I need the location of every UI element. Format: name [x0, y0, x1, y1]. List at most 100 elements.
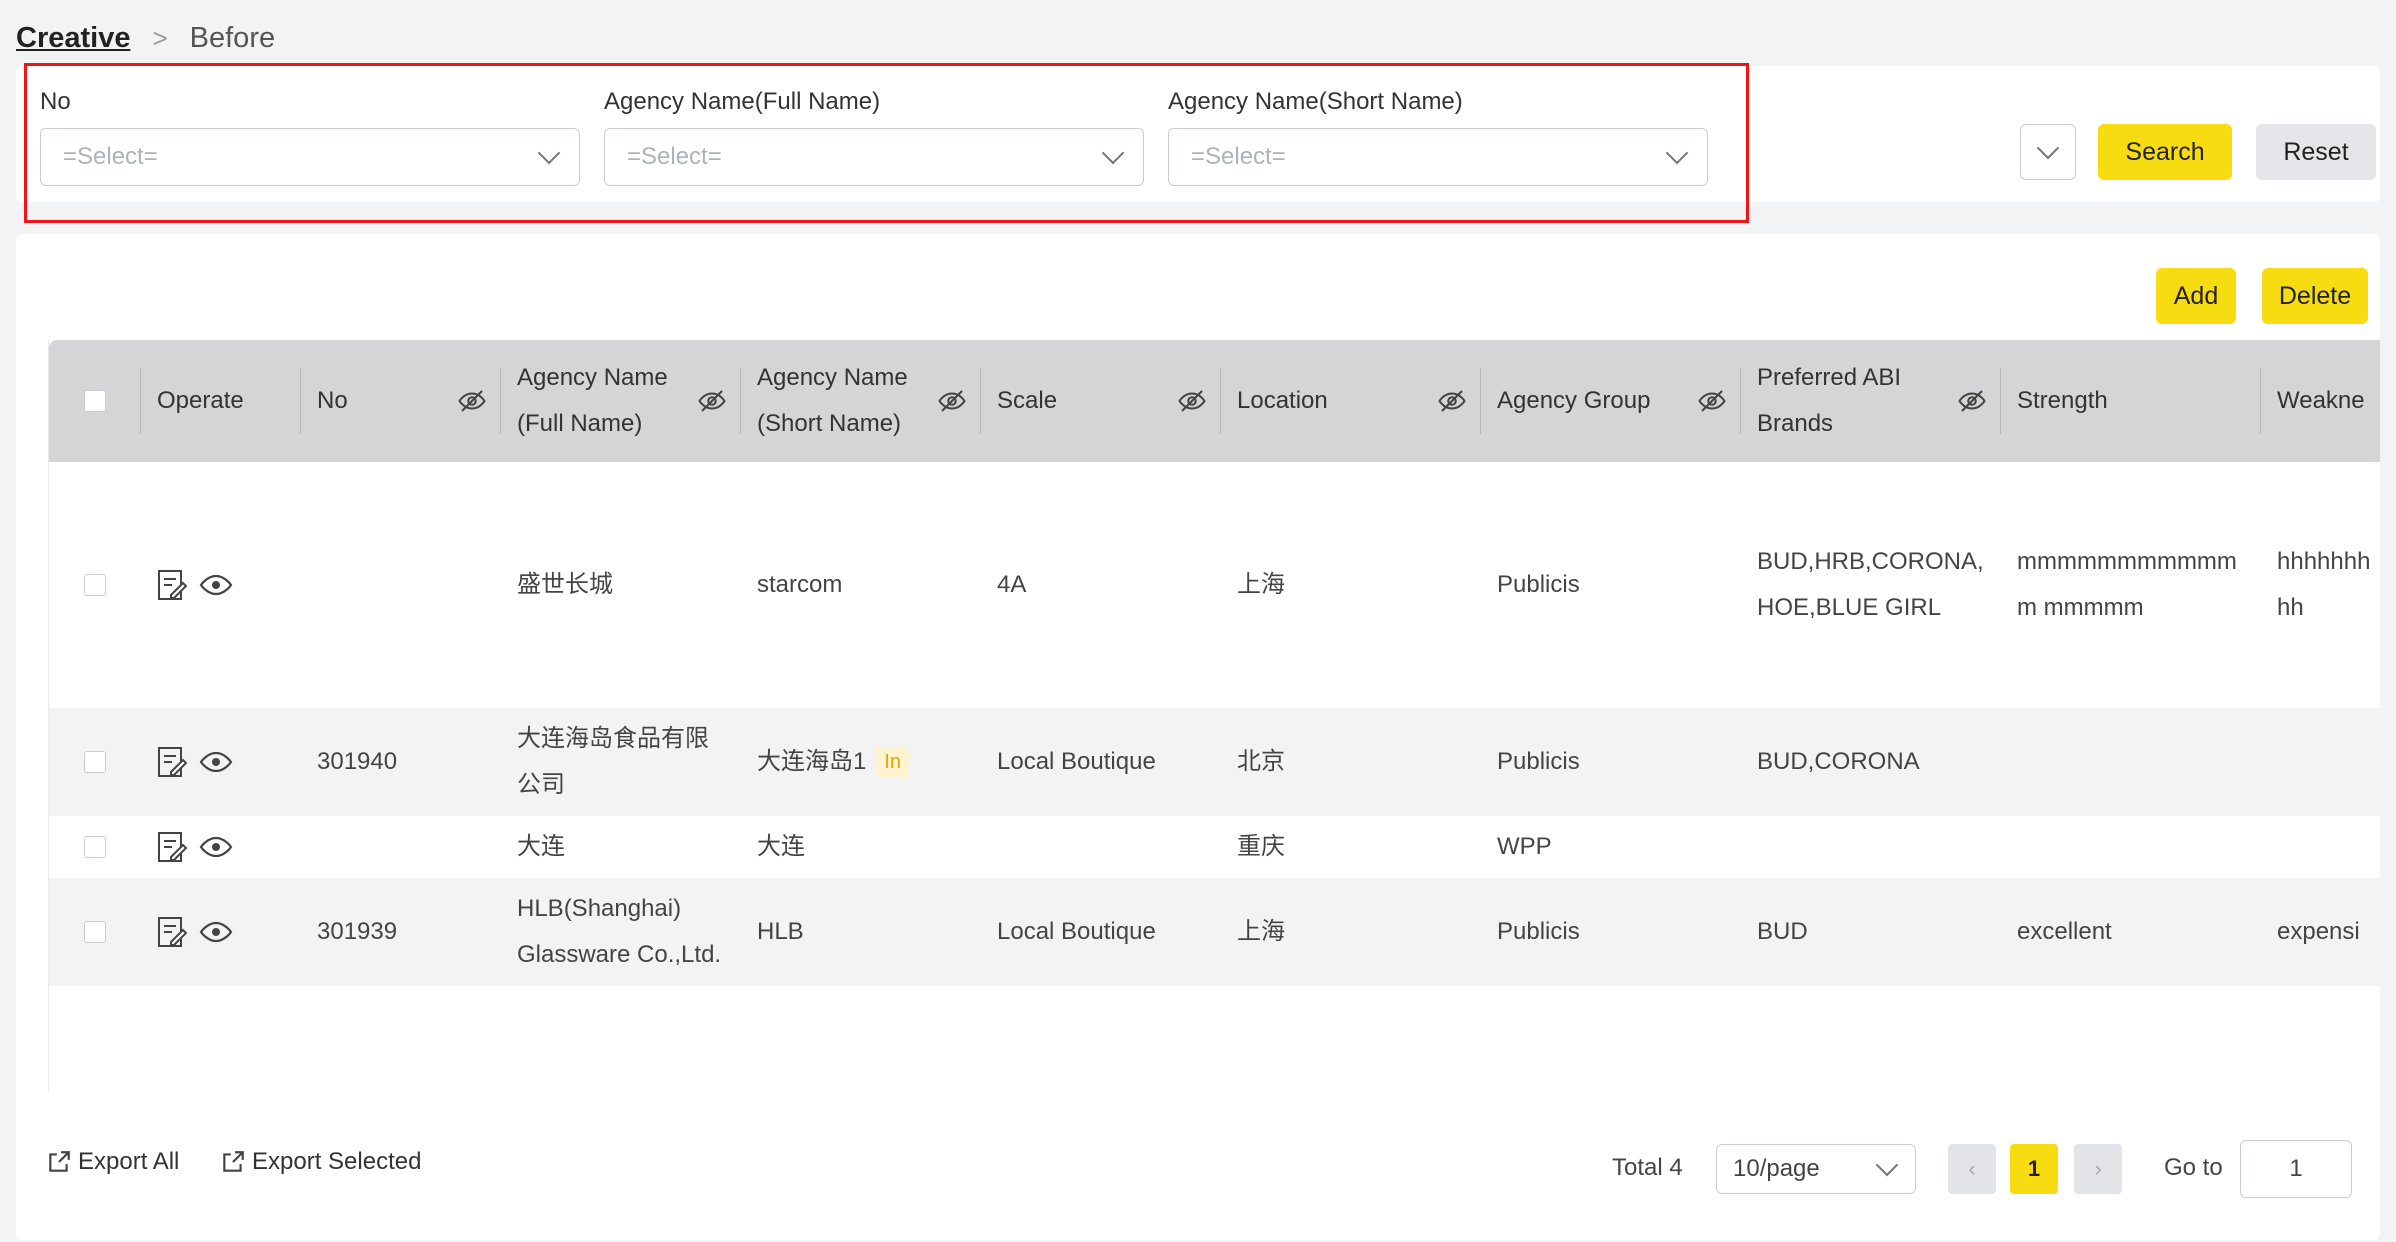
edit-icon[interactable] [157, 916, 187, 948]
export-selected-link[interactable]: Export Selected [220, 1148, 421, 1176]
export-selected-label: Export Selected [252, 1148, 422, 1175]
short-name-text: 大连海岛1 [757, 748, 867, 775]
table-row: 大连 大连 重庆 WPP [49, 816, 2380, 878]
column-full-name-label: Agency Name (Full Name) [517, 364, 668, 437]
column-preferred-brands-label: Preferred ABI Brands [1757, 364, 1902, 437]
table-header: Operate No Agency Name (Full Name) Agenc… [49, 340, 2380, 462]
cell-agency-group: Publicis [1497, 571, 1580, 598]
agency-table: Operate No Agency Name (Full Name) Agenc… [48, 340, 2380, 1092]
column-scale-label: Scale [997, 387, 1058, 414]
eye-off-icon[interactable] [697, 386, 727, 416]
column-weakness: Weakne [2261, 340, 2380, 462]
cell-weakness: hhhhhhh hh [2277, 548, 2371, 621]
eye-off-icon[interactable] [1697, 386, 1727, 416]
eye-off-icon[interactable] [1177, 386, 1207, 416]
search-button[interactable]: Search [2098, 124, 2232, 180]
column-no: No [301, 340, 501, 462]
row-checkbox-cell [49, 462, 141, 708]
cell-agency-group: Publicis [1497, 748, 1580, 775]
eye-off-icon[interactable] [1437, 386, 1467, 416]
eye-off-icon[interactable] [1957, 386, 1987, 416]
delete-button[interactable]: Delete [2262, 268, 2368, 324]
page-size-value: 10/page [1733, 1155, 1820, 1182]
view-eye-icon[interactable] [199, 573, 233, 597]
cell-no [301, 462, 501, 708]
row-checkbox[interactable] [84, 836, 106, 858]
cell-brands: BUD,CORONA [1757, 748, 1920, 775]
status-badge: In [876, 747, 910, 777]
column-short-name: Agency Name (Short Name) [741, 340, 981, 462]
column-scale: Scale [981, 340, 1221, 462]
table-footer: Export All Export Selected Total 4 10/pa… [0, 1128, 2396, 1212]
export-icon [223, 1151, 244, 1172]
reset-button[interactable]: Reset [2256, 124, 2376, 180]
operate-cell [141, 462, 301, 708]
column-operate-label: Operate [157, 387, 244, 414]
breadcrumb-separator: > [152, 23, 168, 53]
page-size-select[interactable]: 10/page [1716, 1144, 1916, 1194]
chevron-down-icon [1875, 1153, 1899, 1177]
short-name-text: starcom [757, 571, 843, 598]
cell-location: 重庆 [1237, 833, 1285, 860]
chevron-down-icon [2036, 136, 2060, 160]
breadcrumb-current: Before [189, 22, 276, 54]
filter-highlight-frame [24, 63, 1749, 223]
breadcrumb-root-link[interactable]: Creative [16, 22, 130, 55]
cell-location: 上海 [1237, 571, 1285, 598]
expand-filters-button[interactable] [2020, 124, 2076, 180]
select-all-checkbox[interactable] [84, 390, 106, 412]
cell-full-name: 盛世长城 [517, 571, 613, 598]
row-checkbox-cell [49, 816, 141, 878]
page-number-current[interactable]: 1 [2010, 1144, 2058, 1194]
prev-page-button[interactable]: ‹ [1948, 1144, 1996, 1194]
cell-agency-group: Publicis [1497, 918, 1580, 945]
operate-cell [141, 816, 301, 878]
operate-cell [141, 878, 301, 986]
operate-cell [141, 708, 301, 816]
row-checkbox[interactable] [84, 574, 106, 596]
cell-full-name: HLB(Shanghai) Glassware Co.,Ltd. [517, 895, 722, 968]
total-count: Total 4 [1612, 1154, 1683, 1181]
column-strength-label: Strength [2017, 387, 2108, 414]
cell-no: 301939 [317, 918, 398, 945]
view-eye-icon[interactable] [199, 750, 233, 774]
cell-strength [2001, 708, 2261, 816]
eye-off-icon[interactable] [457, 386, 487, 416]
view-eye-icon[interactable] [199, 920, 233, 944]
export-all-label: Export All [78, 1148, 180, 1175]
add-button[interactable]: Add [2156, 268, 2236, 324]
edit-icon[interactable] [157, 746, 187, 778]
short-name-text: 大连 [757, 833, 805, 860]
goto-page-input[interactable]: 1 [2240, 1140, 2352, 1198]
cell-weakness [2261, 816, 2380, 878]
cell-location: 北京 [1237, 748, 1285, 775]
cell-no: 301940 [317, 748, 398, 775]
edit-icon[interactable] [157, 569, 187, 601]
column-operate: Operate [141, 340, 301, 462]
goto-label: Go to [2164, 1154, 2223, 1181]
edit-icon[interactable] [157, 831, 187, 863]
row-checkbox[interactable] [84, 751, 106, 773]
cell-weakness: expensi [2277, 918, 2360, 945]
cell-scale [981, 816, 1221, 878]
eye-off-icon[interactable] [937, 386, 967, 416]
column-agency-group: Agency Group [1481, 340, 1741, 462]
cell-brands [1741, 816, 2001, 878]
column-agency-group-label: Agency Group [1497, 387, 1651, 414]
row-checkbox-cell [49, 708, 141, 816]
next-page-button[interactable]: › [2074, 1144, 2122, 1194]
cell-short-name: 大连海岛1 In [741, 708, 981, 816]
table-row: 盛世长城 starcom 4A 上海 Publicis BUD,HRB,CORO… [49, 462, 2380, 708]
cell-scale: 4A [997, 571, 1027, 598]
breadcrumb: Creative > Before [16, 22, 275, 55]
view-eye-icon[interactable] [199, 835, 233, 859]
row-checkbox[interactable] [84, 921, 106, 943]
cell-strength [2001, 816, 2261, 878]
export-all-link[interactable]: Export All [46, 1148, 179, 1176]
chevron-left-icon: ‹ [1968, 1156, 1976, 1181]
cell-agency-group: WPP [1497, 833, 1552, 860]
table-row: 301940 大连海岛食品有限 公司 大连海岛1 In Local Boutiqu… [49, 708, 2380, 816]
cell-scale: Local Boutique [997, 748, 1156, 775]
column-strength: Strength [2001, 340, 2261, 462]
column-preferred-brands: Preferred ABI Brands [1741, 340, 2001, 462]
